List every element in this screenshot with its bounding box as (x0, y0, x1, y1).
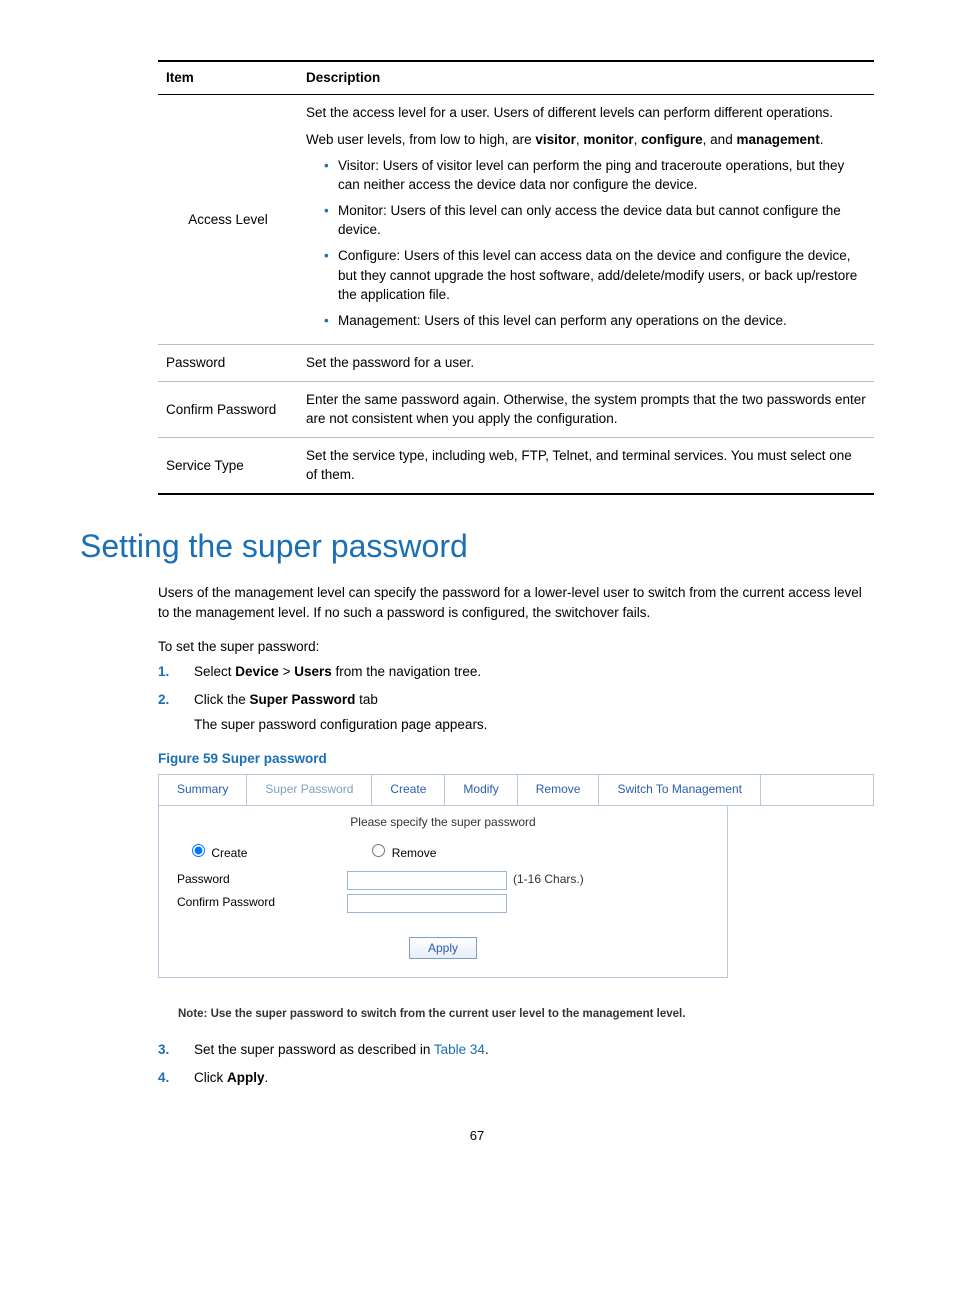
bullet-management: Management: Users of this level can perf… (324, 311, 866, 331)
th-item: Item (158, 61, 298, 94)
tab-switch-management[interactable]: Switch To Management (599, 775, 761, 804)
radio-remove[interactable]: Remove (367, 841, 436, 862)
radio-create-input[interactable] (192, 844, 205, 857)
password-hint: (1-16 Chars.) (513, 871, 584, 888)
row-confirm-item: Confirm Password (158, 381, 298, 437)
tab-bar: Summary Super Password Create Modify Rem… (158, 774, 874, 805)
steps-3-4: 3. Set the super password as described i… (158, 1040, 874, 1087)
access-bullets: Visitor: Users of visitor level can perf… (306, 156, 866, 331)
row-access-level-desc: Set the access level for a user. Users o… (298, 94, 874, 345)
step-1: 1. Select Device > Users from the naviga… (158, 662, 874, 682)
intro-paragraph: Users of the management level can specif… (158, 583, 874, 622)
form-instruction: Please specify the super password (177, 814, 709, 831)
row-confirm-desc: Enter the same password again. Otherwise… (298, 381, 874, 437)
radio-create[interactable]: Create (187, 841, 247, 862)
step-4: 4. Click Apply. (158, 1068, 874, 1088)
page-number: 67 (80, 1127, 874, 1146)
password-input[interactable] (347, 871, 507, 890)
bullet-visitor: Visitor: Users of visitor level can perf… (324, 156, 866, 195)
tab-summary[interactable]: Summary (159, 775, 247, 804)
screenshot-note: Note: Use the super password to switch f… (178, 1006, 874, 1023)
super-password-form: Please specify the super password Create… (158, 806, 728, 978)
row-password-item: Password (158, 345, 298, 382)
to-set-line: To set the super password: (158, 637, 874, 657)
tab-spacer (761, 775, 873, 804)
access-intro2: Web user levels, from low to high, are v… (306, 130, 866, 150)
tab-create[interactable]: Create (372, 775, 445, 804)
figure-screenshot: Summary Super Password Create Modify Rem… (158, 774, 874, 1022)
tab-remove[interactable]: Remove (518, 775, 600, 804)
step-2-sub: The super password configuration page ap… (194, 715, 874, 735)
figure-caption: Figure 59 Super password (158, 749, 874, 769)
tab-modify[interactable]: Modify (445, 775, 517, 804)
table-34-link[interactable]: Table 34 (434, 1042, 485, 1057)
th-desc: Description (298, 61, 874, 94)
row-access-level-item: Access Level (158, 94, 298, 345)
confirm-password-label: Confirm Password (177, 894, 347, 911)
row-password-desc: Set the password for a user. (298, 345, 874, 382)
radio-remove-input[interactable] (372, 844, 385, 857)
description-table: Item Description Access Level Set the ac… (158, 60, 874, 495)
step-3: 3. Set the super password as described i… (158, 1040, 874, 1060)
access-intro1: Set the access level for a user. Users o… (306, 103, 866, 123)
tab-super-password[interactable]: Super Password (247, 775, 372, 804)
row-service-item: Service Type (158, 437, 298, 494)
row-service-desc: Set the service type, including web, FTP… (298, 437, 874, 494)
bullet-configure: Configure: Users of this level can acces… (324, 246, 866, 305)
steps-1-2: 1. Select Device > Users from the naviga… (158, 662, 874, 735)
section-heading: Setting the super password (80, 523, 874, 569)
bullet-monitor: Monitor: Users of this level can only ac… (324, 201, 866, 240)
password-label: Password (177, 871, 347, 888)
apply-button[interactable]: Apply (409, 937, 477, 959)
confirm-password-input[interactable] (347, 894, 507, 913)
step-2: 2. Click the Super Password tab The supe… (158, 690, 874, 735)
